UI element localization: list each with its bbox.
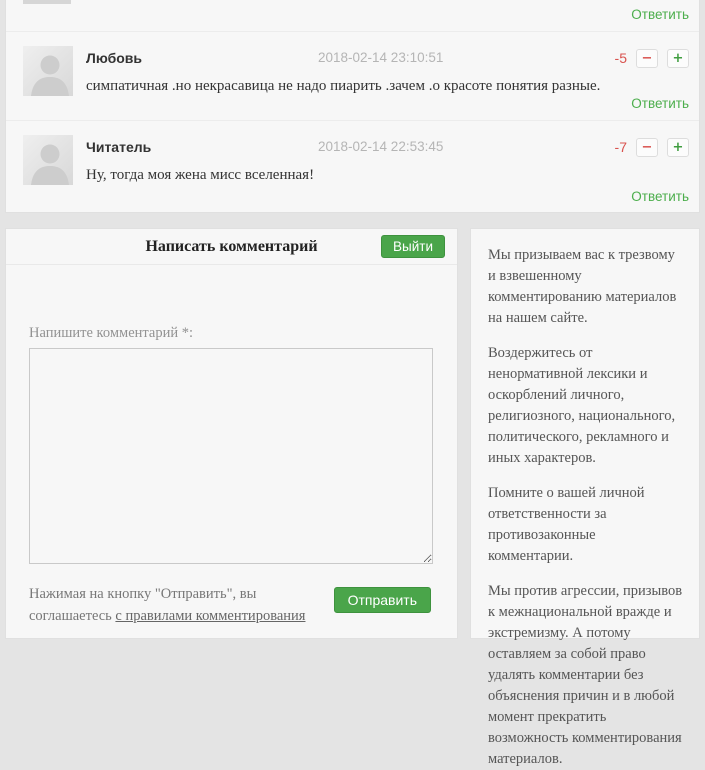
reply-link[interactable]: Ответить xyxy=(631,96,689,111)
comment-author: Любовь xyxy=(86,50,142,66)
avatar xyxy=(23,135,73,185)
rules-paragraph: Помните о вашей личной ответственности з… xyxy=(488,483,684,567)
comment-body: Любовь 2018-02-14 23:10:51 -5 − + симпат… xyxy=(86,46,689,120)
rules-paragraph: Воздержитесь от ненормативной лексики и … xyxy=(488,343,684,469)
avatar xyxy=(23,46,73,96)
person-icon xyxy=(23,46,73,96)
submit-button[interactable]: Отправить xyxy=(334,587,431,613)
person-icon xyxy=(23,135,73,185)
comment-timestamp: 2018-02-14 23:10:51 xyxy=(318,50,443,65)
consent-text: Нажимая на кнопку "Отправить", вы соглаш… xyxy=(29,583,329,628)
commenting-rules-link[interactable]: с правилами комментирования xyxy=(115,608,305,624)
upvote-button[interactable]: + xyxy=(667,49,689,68)
comment-body: Читатель 2018-02-14 22:53:45 -7 − + Ну, … xyxy=(86,135,689,213)
downvote-button[interactable]: − xyxy=(636,138,658,157)
vote-controls: -5 − + xyxy=(615,49,689,68)
downvote-button[interactable]: − xyxy=(636,49,658,68)
reply-link[interactable]: Ответить xyxy=(631,7,689,22)
comment-field-label: Напишите комментарий *: xyxy=(29,325,193,342)
comment-item: Читатель 2018-02-14 22:53:45 -7 − + Ну, … xyxy=(6,121,699,213)
form-body: Напишите комментарий *: Нажимая на кнопк… xyxy=(6,265,457,639)
comment-textarea[interactable] xyxy=(29,348,433,564)
rules-panel: Мы призываем вас к трезвому и взвешенном… xyxy=(470,228,700,639)
comment-text: Ну, тогда моя жена мисс вселенная! xyxy=(86,166,689,186)
partial-comment: Ответить xyxy=(6,0,699,32)
rules-paragraph: Мы против агрессии, призывов к межнацион… xyxy=(488,581,684,770)
reply-link[interactable]: Ответить xyxy=(631,189,689,204)
comment-header: Читатель 2018-02-14 22:53:45 -7 − + xyxy=(86,137,689,157)
comment-author: Читатель xyxy=(86,139,151,155)
comment-text: симпатичная .но некрасавица не надо пиар… xyxy=(86,77,689,97)
comment-header: Любовь 2018-02-14 23:10:51 -5 − + xyxy=(86,48,689,68)
comment-rating: -7 xyxy=(615,139,627,155)
comment-item: Любовь 2018-02-14 23:10:51 -5 − + симпат… xyxy=(6,32,699,121)
rules-paragraph: Мы призываем вас к трезвому и взвешенном… xyxy=(488,245,684,329)
form-header: Написать комментарий Выйти xyxy=(6,229,457,265)
page: { "comments": { "reply_label": "Ответить… xyxy=(0,0,705,650)
comments-panel: Ответить Любовь 2018-02-14 23:10:51 -5 −… xyxy=(5,0,700,213)
avatar-partial xyxy=(23,0,71,4)
logout-button[interactable]: Выйти xyxy=(381,235,445,258)
upvote-button[interactable]: + xyxy=(667,138,689,157)
comment-rating: -5 xyxy=(615,50,627,66)
comment-form-panel: Написать комментарий Выйти Напишите комм… xyxy=(5,228,458,639)
vote-controls: -7 − + xyxy=(615,138,689,157)
comment-timestamp: 2018-02-14 22:53:45 xyxy=(318,139,443,154)
